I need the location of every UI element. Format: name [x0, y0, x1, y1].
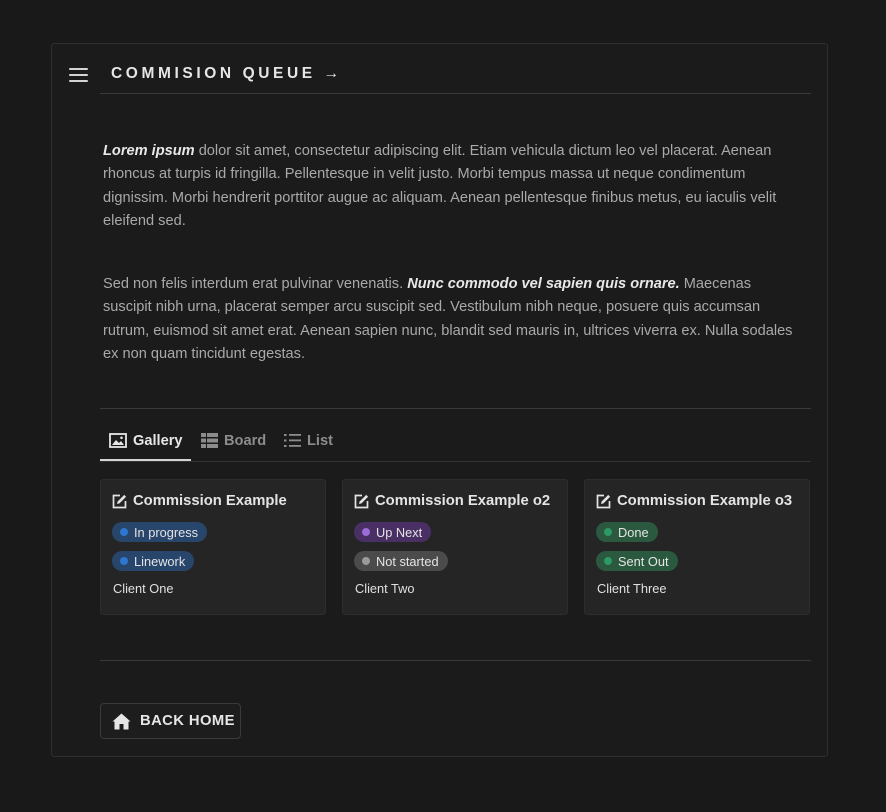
status-dot [362, 528, 370, 536]
header-divider [100, 93, 811, 94]
status-dot [604, 528, 612, 536]
status-label: In progress [134, 524, 199, 540]
status-badge: Up Next [354, 522, 432, 542]
tab-list[interactable]: List [284, 421, 333, 460]
tag-badge: Sent Out [596, 551, 678, 571]
tag-label: Linework [134, 553, 186, 569]
client-name: Client Two [355, 581, 415, 596]
tab-list-label: List [307, 432, 333, 449]
list-icon [284, 434, 301, 447]
card-title-text: Commission Example o3 [617, 493, 793, 509]
view-tabs: Gallery Board List [100, 421, 811, 461]
gallery-card[interactable]: Commission Example o2 Up Next Not starte… [342, 479, 568, 615]
intro-p1-bold: Lorem ipsum [103, 143, 195, 159]
client-name: Client Three [597, 581, 667, 596]
tag-label: Sent Out [618, 553, 669, 569]
card-title: Commission Example o2 [354, 493, 550, 509]
edit-note-icon [354, 494, 369, 508]
edit-note-icon [596, 494, 611, 508]
intro-paragraph-2: Sed non felis interdum erat pulvinar ven… [103, 273, 803, 366]
home-icon [112, 713, 131, 729]
edit-note-icon [112, 494, 127, 508]
client-name: Client One [113, 581, 174, 596]
card-title: Commission Example [112, 493, 287, 509]
status-dot [120, 528, 128, 536]
page-frame: COMMISION QUEUE → Lorem ipsum dolor sit … [51, 43, 828, 757]
intro-p1-text: dolor sit amet, consectetur adipiscing e… [103, 143, 777, 229]
tag-dot [362, 557, 370, 565]
footer-divider [100, 660, 811, 661]
tab-gallery-label: Gallery [133, 432, 183, 449]
card-title: Commission Example o3 [596, 493, 792, 509]
status-badge: In progress [112, 522, 208, 542]
image-icon [109, 433, 127, 448]
intro-p2-bold: Nunc commodo vel sapien quis ornare. [407, 276, 680, 292]
status-label: Done [618, 524, 649, 540]
board-icon [201, 433, 218, 448]
gallery-card[interactable]: Commission Example o3 Done Sent Out Clie… [584, 479, 810, 615]
status-label: Up Next [376, 524, 423, 540]
back-home-button[interactable]: BACK HOME [100, 703, 241, 739]
content-divider [100, 408, 811, 409]
tab-board[interactable]: Board [201, 421, 266, 460]
card-title-text: Commission Example o2 [375, 493, 551, 509]
gallery-card[interactable]: Commission Example In progress Linework … [100, 479, 326, 615]
tag-badge: Not started [354, 551, 448, 571]
status-badge: Done [596, 522, 658, 542]
page-title[interactable]: COMMISION QUEUE → [111, 65, 343, 83]
hamburger-menu-icon[interactable] [69, 67, 89, 83]
tabs-divider [100, 461, 811, 462]
card-title-text: Commission Example [133, 493, 287, 509]
tag-badge: Linework [112, 551, 195, 571]
tab-board-label: Board [224, 432, 267, 449]
tag-dot [604, 557, 612, 565]
back-home-label: BACK HOME [140, 713, 235, 729]
intro-paragraph-1: Lorem ipsum dolor sit amet, consectetur … [103, 140, 803, 233]
tab-gallery[interactable]: Gallery [109, 421, 183, 460]
tag-label: Not started [376, 553, 439, 569]
tag-dot [120, 557, 128, 565]
intro-p2-start: Sed non felis interdum erat pulvinar ven… [103, 276, 408, 292]
